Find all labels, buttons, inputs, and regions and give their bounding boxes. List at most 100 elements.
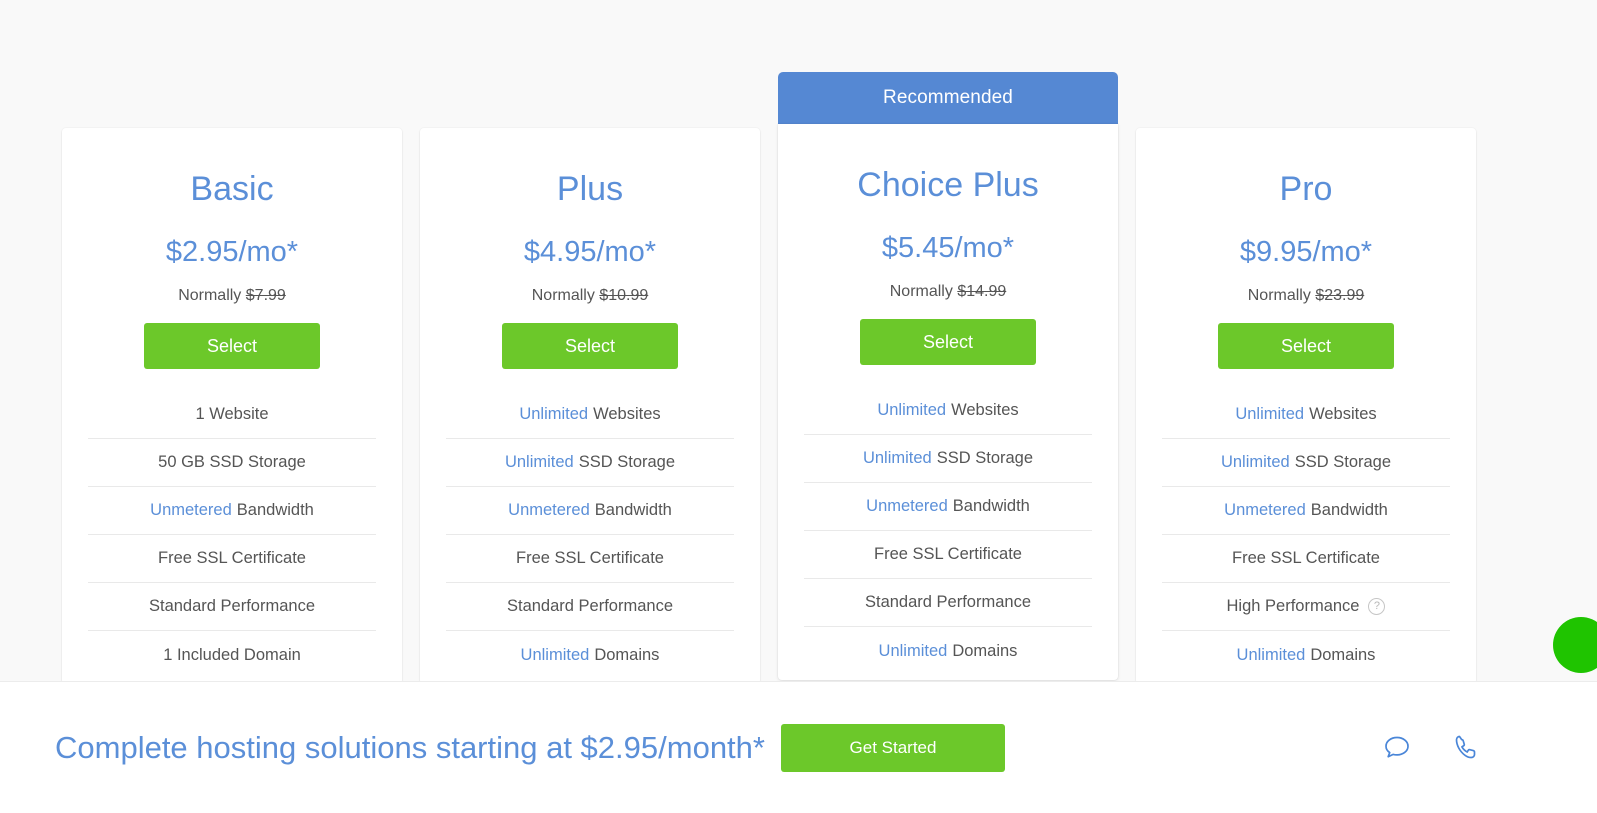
plan-feature-item: Free SSL Certificate: [1162, 535, 1450, 584]
banner-spacer: [62, 72, 402, 128]
normally-struck-price: $10.99: [599, 287, 649, 305]
plan-feature-item: Unlimited Websites: [446, 391, 734, 440]
pricing-cards-row: Basic $2.95/mo* Normally $7.99 Select 1 Webs…: [62, 72, 1482, 681]
plan-feature-list: 1 Website 50 GB SSD Storage Unmetered Bandw…: [88, 391, 376, 679]
feature-text: SSD Storage: [578, 453, 676, 472]
feature-text: SSD Storage: [936, 449, 1034, 468]
plan-name: Pro: [1279, 170, 1333, 208]
feature-text: Bandwidth: [236, 501, 314, 520]
select-plan-button[interactable]: Select: [502, 323, 678, 370]
plan-feature-item: Unmetered Bandwidth: [804, 483, 1092, 532]
select-plan-button[interactable]: Select: [1218, 323, 1394, 370]
plan-feature-item: Unlimited Websites: [804, 387, 1092, 436]
normally-label: Normally: [178, 287, 242, 305]
plan-feature-item: Unmetered Bandwidth: [88, 487, 376, 536]
plan-price: $9.95/mo*: [1239, 236, 1373, 269]
plan-feature-item: Unlimited SSD Storage: [804, 435, 1092, 484]
feature-text: Bandwidth: [1310, 501, 1388, 520]
feature-highlight: Unlimited: [862, 449, 932, 468]
plan-feature-list: Unlimited Websites Unlimited SSD Storage Unm…: [446, 391, 734, 679]
plan-feature-item: Unlimited SSD Storage: [446, 439, 734, 488]
feature-text: Domains: [1310, 645, 1376, 664]
plan-feature-item: Unmetered Bandwidth: [1162, 487, 1450, 536]
plan-price: $4.95/mo*: [523, 236, 657, 269]
plan-name: Choice Plus: [857, 166, 1039, 204]
plan-normal-price: Normally $23.99: [1162, 287, 1450, 305]
feature-text: 50 GB SSD Storage: [158, 453, 306, 472]
select-plan-button[interactable]: Select: [860, 319, 1036, 366]
feature-highlight: Unlimited: [1236, 645, 1306, 664]
feature-text: Bandwidth: [952, 497, 1030, 516]
plan-feature-item: Unmetered Bandwidth: [446, 487, 734, 536]
plan-feature-item: Standard Performance: [88, 583, 376, 632]
feature-text: High Performance: [1226, 597, 1360, 616]
plan-feature-item: Free SSL Certificate: [446, 535, 734, 584]
plan-normal-price: Normally $10.99: [446, 287, 734, 305]
plan-normal-price: Normally $14.99: [804, 283, 1092, 301]
plan-feature-item: 1 Website: [88, 391, 376, 440]
plan-card-slot: Basic $2.95/mo* Normally $7.99 Select 1 Webs…: [62, 72, 402, 681]
feature-text: Free SSL Certificate: [158, 549, 306, 568]
feature-text: Websites: [593, 405, 661, 424]
plan-feature-item: Unlimited Domains: [1162, 631, 1450, 679]
plan-feature-item: Standard Performance: [446, 583, 734, 632]
feature-highlight: Unmetered: [866, 497, 948, 516]
plan-card: Basic $2.95/mo* Normally $7.99 Select 1 Webs…: [62, 128, 402, 681]
plan-price: $5.45/mo*: [881, 232, 1015, 265]
select-plan-button[interactable]: Select: [144, 323, 320, 370]
plan-feature-item: Standard Performance: [804, 579, 1092, 628]
plan-normal-price: Normally $7.99: [88, 287, 376, 305]
plan-card: Choice Plus $5.45/mo* Normally $14.99 Selec…: [778, 124, 1118, 680]
normally-struck-price: $14.99: [957, 283, 1007, 301]
normally-label: Normally: [531, 287, 595, 305]
plan-feature-item: Unlimited Websites: [1162, 391, 1450, 440]
plan-card-slot: Pro $9.95/mo* Normally $23.99 Select Unlimit…: [1136, 72, 1476, 681]
feature-highlight: Unlimited: [519, 405, 589, 424]
plan-feature-item: Free SSL Certificate: [88, 535, 376, 584]
plan-feature-item: 50 GB SSD Storage: [88, 439, 376, 488]
plan-price: $2.95/mo*: [165, 236, 299, 269]
feature-highlight: Unlimited: [1220, 453, 1290, 472]
normally-label: Normally: [1247, 287, 1311, 305]
bottom-cta-bar: Complete hosting solutions starting at $…: [0, 681, 1597, 813]
phone-icon[interactable]: [1448, 731, 1482, 765]
feature-highlight: Unmetered: [1224, 501, 1306, 520]
feature-highlight: Unlimited: [877, 401, 947, 420]
feature-text: Websites: [1309, 405, 1377, 424]
plan-feature-item: 1 Included Domain: [88, 631, 376, 679]
plan-card: Plus $4.95/mo* Normally $10.99 Select Unlimi…: [420, 128, 760, 681]
feature-text: Websites: [951, 401, 1019, 420]
banner-spacer: [420, 72, 760, 128]
help-question-icon[interactable]: ?: [1368, 598, 1386, 616]
banner-spacer: [1136, 72, 1476, 128]
feature-text: Standard Performance: [864, 593, 1031, 612]
feature-highlight: Unlimited: [1235, 405, 1305, 424]
feature-text: Bandwidth: [594, 501, 672, 520]
feature-text: Domains: [952, 641, 1018, 660]
feature-highlight: Unmetered: [508, 501, 590, 520]
chat-icon[interactable]: [1380, 731, 1414, 765]
plan-card: Pro $9.95/mo* Normally $23.99 Select Unlimit…: [1136, 128, 1476, 681]
pricing-plans-section: Basic $2.95/mo* Normally $7.99 Select 1 Webs…: [0, 0, 1597, 681]
feature-text: SSD Storage: [1294, 453, 1392, 472]
feature-text: Standard Performance: [506, 597, 673, 616]
feature-text: Free SSL Certificate: [874, 545, 1022, 564]
plan-feature-list: Unlimited Websites Unlimited SSD Storage Unm…: [804, 387, 1092, 675]
feature-text: Free SSL Certificate: [516, 549, 664, 568]
bottom-bar-headline: Complete hosting solutions starting at $…: [55, 729, 765, 765]
contact-icons-group: [1380, 731, 1482, 765]
plan-card-slot: Recommended Choice Plus $5.45/mo* Normally …: [778, 72, 1118, 680]
plan-feature-list: Unlimited Websites Unlimited SSD Storage Unm…: [1162, 391, 1450, 679]
plan-feature-item: Free SSL Certificate: [804, 531, 1092, 580]
plan-feature-item: Unlimited SSD Storage: [1162, 439, 1450, 488]
get-started-button[interactable]: Get Started: [780, 723, 1005, 772]
plan-feature-item: Unlimited Domains: [804, 627, 1092, 675]
normally-struck-price: $23.99: [1315, 287, 1365, 305]
feature-highlight: Unlimited: [504, 453, 574, 472]
feature-highlight: Unmetered: [150, 501, 232, 520]
plan-feature-item: Unlimited Domains: [446, 631, 734, 679]
normally-struck-price: $7.99: [245, 287, 286, 305]
feature-highlight: Unlimited: [878, 641, 948, 660]
plan-feature-item: High Performance?: [1162, 583, 1450, 632]
feature-text: 1 Included Domain: [163, 645, 301, 664]
